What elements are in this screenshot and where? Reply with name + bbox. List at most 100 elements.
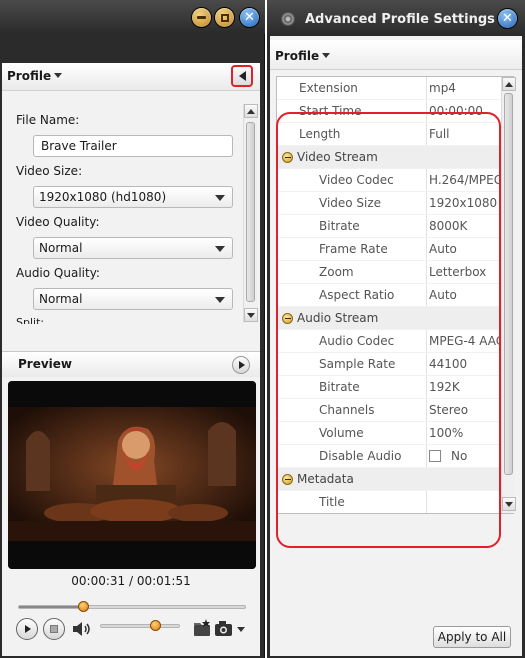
property-value[interactable]: mp4 <box>429 77 501 100</box>
property-value[interactable]: 1920x1080 (hd1080) <box>429 192 501 215</box>
property-group-row[interactable]: Metadata <box>277 468 501 491</box>
property-name: Channels <box>319 403 375 417</box>
snapshot-folder-icon[interactable] <box>192 619 214 637</box>
play-button[interactable] <box>16 618 38 640</box>
close-button[interactable]: ✕ <box>240 8 259 27</box>
property-row[interactable]: Channels Stereo <box>277 399 501 422</box>
main-titlebar[interactable]: ✕ <box>0 0 265 34</box>
expand-preview-button[interactable] <box>232 356 250 374</box>
minimize-button[interactable] <box>192 8 211 27</box>
advanced-titlebar[interactable]: Advanced Profile Settings ✕ <box>267 0 525 36</box>
collapse-group-icon[interactable] <box>282 152 293 163</box>
profile-title: Profile <box>7 69 52 83</box>
property-row[interactable]: Extension mp4 <box>277 77 501 100</box>
seek-slider[interactable] <box>18 601 246 612</box>
video-size-select[interactable]: 1920x1080 (hd1080) <box>33 186 233 208</box>
profile-header: Profile <box>270 40 522 70</box>
property-row[interactable]: Aspect Ratio Auto <box>277 284 501 307</box>
property-row[interactable]: Start Time 00:00:00 <box>277 100 501 123</box>
audio-quality-select[interactable]: Normal <box>33 288 233 310</box>
profile-dropdown[interactable]: Profile <box>7 69 63 83</box>
preview-header: Preview <box>2 351 260 377</box>
advanced-body: Profile Extension mp4 Start Time 00:00:00 Le… <box>270 36 522 656</box>
property-scrollbar[interactable] <box>501 77 516 513</box>
stop-button[interactable] <box>43 618 65 640</box>
file-name-input[interactable]: Brave Trailer <box>33 135 233 157</box>
camera-icon[interactable] <box>214 619 236 637</box>
main-window: ✕ Profile File Name: Brave Trailer Video… <box>0 0 265 658</box>
property-value[interactable]: Auto <box>429 238 501 261</box>
property-value[interactable]: 100% <box>429 422 501 445</box>
property-value[interactable] <box>429 468 501 491</box>
close-icon: ✕ <box>244 10 255 25</box>
property-row[interactable]: Video Size 1920x1080 (hd1080) <box>277 192 501 215</box>
property-row[interactable]: Audio Codec MPEG-4 AAC <box>277 330 501 353</box>
dropdown-arrow-icon <box>215 297 225 303</box>
audio-quality-label: Audio Quality: <box>16 266 100 280</box>
maximize-button[interactable] <box>215 8 234 27</box>
property-name: Start Time <box>299 104 362 118</box>
video-quality-value: Normal <box>39 241 83 255</box>
property-row[interactable]: Disable Audio No <box>277 445 501 468</box>
property-value[interactable] <box>429 491 501 513</box>
profile-scrollbar[interactable] <box>243 104 258 323</box>
property-value[interactable]: 44100 <box>429 353 501 376</box>
property-name: Video Size <box>319 196 382 210</box>
property-group-row[interactable]: Audio Stream <box>277 307 501 330</box>
collapse-panel-button[interactable] <box>231 65 253 87</box>
property-row[interactable]: Volume 100% <box>277 422 501 445</box>
apply-to-all-button[interactable]: Apply to All <box>433 626 511 648</box>
arrow-down-icon <box>505 501 513 507</box>
property-value[interactable] <box>429 146 501 169</box>
profile-dropdown[interactable]: Profile <box>275 49 331 63</box>
volume-slider[interactable] <box>100 620 180 631</box>
property-row[interactable]: Zoom Letterbox <box>277 261 501 284</box>
seek-progress <box>19 606 83 608</box>
volume-icon[interactable] <box>71 621 93 637</box>
property-name: Extension <box>299 81 358 95</box>
volume-handle[interactable] <box>150 620 161 631</box>
property-value[interactable]: Auto <box>429 284 501 307</box>
property-name: Zoom <box>319 265 354 279</box>
scroll-up-button[interactable] <box>244 104 258 118</box>
property-name: Bitrate <box>319 380 360 394</box>
property-value-checkbox[interactable]: No <box>429 445 501 468</box>
property-row[interactable]: Title <box>277 491 501 513</box>
chevron-down-icon[interactable] <box>237 627 245 632</box>
property-value[interactable]: 192K <box>429 376 501 399</box>
preview-title: Preview <box>18 357 73 371</box>
property-row[interactable]: Video Codec H.264/MPEG-4 AVC <box>277 169 501 192</box>
profile-header: Profile <box>2 63 260 91</box>
dropdown-arrow-icon <box>215 195 225 201</box>
scroll-down-button[interactable] <box>244 308 258 322</box>
close-button[interactable]: ✕ <box>498 9 517 28</box>
disable-audio-checkbox[interactable] <box>429 450 441 462</box>
property-value[interactable] <box>429 307 501 330</box>
seek-handle[interactable] <box>78 601 89 612</box>
property-row[interactable]: Bitrate 192K <box>277 376 501 399</box>
property-value[interactable]: Stereo <box>429 399 501 422</box>
scroll-down-button[interactable] <box>502 497 516 511</box>
property-row[interactable]: Length Full <box>277 123 501 146</box>
property-value[interactable]: 00:00:00 <box>429 100 501 123</box>
property-value[interactable]: 8000K <box>429 215 501 238</box>
property-group-row[interactable]: Video Stream <box>277 146 501 169</box>
property-row[interactable]: Sample Rate 44100 <box>277 353 501 376</box>
scroll-up-button[interactable] <box>502 77 516 91</box>
property-value[interactable]: Letterbox <box>429 261 501 284</box>
property-value[interactable]: H.264/MPEG-4 AVC <box>429 169 501 192</box>
scroll-thumb[interactable] <box>246 122 255 302</box>
property-name: Audio Stream <box>297 311 379 325</box>
playback-time: 00:00:31 / 00:01:51 <box>71 574 191 588</box>
scroll-thumb[interactable] <box>504 93 513 475</box>
close-icon: ✕ <box>502 11 513 26</box>
property-value[interactable]: Full <box>429 123 501 146</box>
collapse-group-icon[interactable] <box>282 313 293 324</box>
collapse-group-icon[interactable] <box>282 474 293 485</box>
property-name: Metadata <box>297 472 354 486</box>
property-row[interactable]: Frame Rate Auto <box>277 238 501 261</box>
property-row[interactable]: Bitrate 8000K <box>277 215 501 238</box>
video-quality-select[interactable]: Normal <box>33 237 233 259</box>
property-value[interactable]: MPEG-4 AAC <box>429 330 501 353</box>
video-preview[interactable] <box>8 381 256 569</box>
